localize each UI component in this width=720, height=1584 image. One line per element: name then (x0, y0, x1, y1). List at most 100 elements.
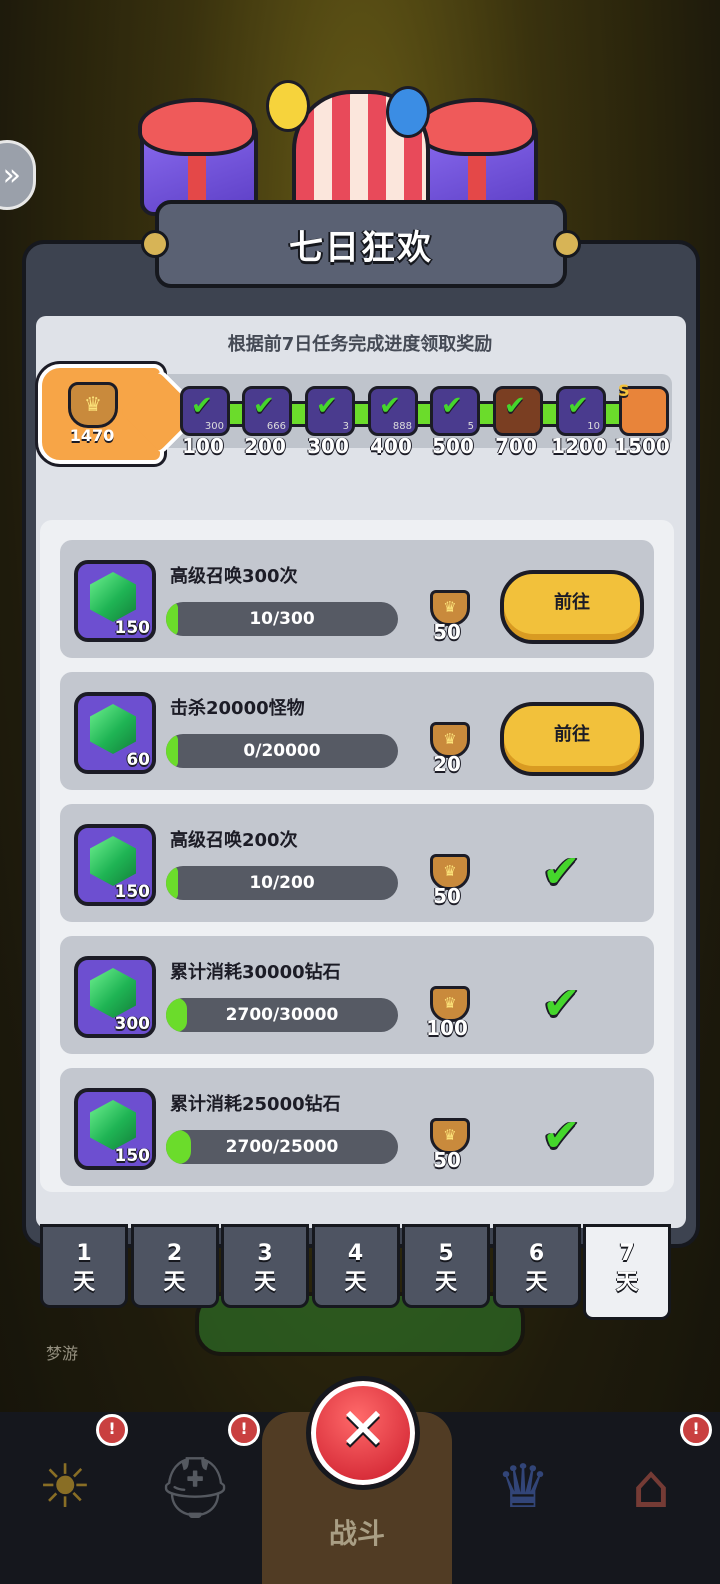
task-title: 累计消耗25000钻石 (170, 1094, 341, 1115)
task-title: 击杀20000怪物 (170, 698, 305, 719)
close-icon: ✕ (338, 1395, 388, 1463)
medal-points-value: 50 (433, 884, 461, 908)
go-button[interactable]: 前往 (500, 702, 644, 776)
tab-day-unit: 天 (163, 1270, 186, 1295)
task-title: 高级召唤300次 (170, 566, 298, 587)
milestone-reward[interactable]: S (618, 381, 669, 436)
milestone-item-count: 300 (204, 421, 224, 432)
reward-chest-icon: ✔ 10 (556, 386, 606, 436)
gift-bow-left-icon (138, 98, 256, 156)
emerald-gem-icon (90, 572, 136, 622)
milestone-item-count: 3 (342, 421, 349, 432)
title-plate: 七日狂欢 (141, 200, 581, 288)
tab-day-3[interactable]: 3天 (221, 1224, 309, 1308)
tab-day-unit: 天 (72, 1270, 95, 1295)
check-icon: ✔ (191, 391, 213, 421)
task-title: 高级召唤200次 (170, 830, 298, 851)
nav-helmet-icon[interactable]: ⛑ (140, 1432, 250, 1542)
nav-alert-badge: ! (228, 1414, 260, 1446)
task-progress-bar: 10/300 (166, 602, 398, 636)
medal-points: ♛ 50 (420, 1118, 472, 1172)
emerald-gem-icon (90, 968, 136, 1018)
tab-day-6[interactable]: 6天 (492, 1224, 581, 1308)
go-button[interactable]: 前往 (500, 570, 644, 644)
tab-day-unit: 天 (344, 1270, 367, 1295)
task-progress-text: 10/300 (249, 609, 315, 629)
reward-chest-icon: ✔ 5 (430, 386, 480, 436)
tab-day-1[interactable]: 1天 (40, 1224, 128, 1308)
reward-chest-icon: ✔ 3 (305, 386, 355, 436)
task-row: 300 累计消耗30000钻石 2700/30000 ♛ 100 ✔ (60, 936, 654, 1054)
emerald-gem-icon (90, 704, 136, 754)
milestone-item-count: 888 (392, 421, 412, 432)
task-title: 累计消耗30000钻石 (170, 962, 341, 983)
medal-points-value: 50 (433, 1148, 461, 1172)
task-progress-bar: 2700/30000 (166, 998, 398, 1032)
milestone-value: 1200 (551, 434, 607, 458)
milestone-reward[interactable]: ✔ 10 (556, 386, 606, 436)
emerald-gem-icon (90, 1100, 136, 1150)
tab-day-number: 2 (166, 1241, 183, 1266)
milestone-reward[interactable]: ✔ 888 (368, 386, 418, 436)
reward-chest-icon: ✔ 300 (180, 386, 230, 436)
task-progress-text: 2700/25000 (225, 1137, 339, 1157)
nav-crown-shield-icon[interactable]: ♛ (468, 1432, 578, 1542)
tab-day-4[interactable]: 4天 (311, 1224, 400, 1308)
gem-count: 60 (126, 750, 150, 770)
emerald-gem-icon (90, 836, 136, 886)
milestone-item-count: 10 (587, 421, 600, 432)
tab-day-unit: 天 (253, 1270, 276, 1295)
check-icon: ✔ (316, 391, 338, 421)
medal-points: ♛ 100 (420, 986, 472, 1040)
nav-sun-icon[interactable]: ☀ (10, 1432, 120, 1542)
milestone-reward[interactable]: ✔ 666 (242, 386, 292, 436)
task-progress-text: 2700/30000 (225, 1005, 339, 1025)
rarity-tag: S (618, 381, 630, 400)
milestone-value: 100 (182, 434, 224, 458)
nav-house-icon[interactable]: ⌂ (596, 1432, 706, 1542)
milestone-item-count: 5 (467, 421, 474, 432)
task-list[interactable]: 150 高级召唤300次 10/300 ♛ 50 前往 60 击杀20000怪物 0/20000… (40, 520, 674, 1192)
task-progress-text: 0/20000 (243, 741, 321, 761)
medal-points: ♛ 50 (420, 590, 472, 644)
medal-points: ♛ 50 (420, 854, 472, 908)
balloon-yellow-icon (266, 80, 310, 132)
medal-points-value: 20 (433, 752, 461, 776)
milestone-reward[interactable]: ✔ (493, 386, 543, 436)
milestone-reward[interactable]: ✔ 3 (305, 386, 355, 436)
milestone-value: 500 (432, 434, 474, 458)
page-title: 七日狂欢 (289, 227, 433, 268)
milestone-value: 1500 (614, 434, 670, 458)
nav-alert-badge: ! (680, 1414, 712, 1446)
check-icon: ✔ (504, 391, 526, 421)
sleep-mode-label: 梦游 (46, 1344, 79, 1363)
nav-battle-label: 战斗 (328, 1517, 385, 1550)
gem-reward: 150 (74, 1088, 156, 1170)
tab-day-5[interactable]: 5天 (402, 1224, 490, 1308)
milestone-reward[interactable]: ✔ 300 (180, 386, 230, 436)
close-button[interactable]: ✕ (306, 1376, 420, 1490)
tab-day-number: 4 (347, 1241, 364, 1266)
tab-day-unit: 天 (615, 1270, 638, 1295)
milestone-value: 400 (370, 434, 412, 458)
check-icon: ✔ (253, 391, 275, 421)
balloon-blue-icon (386, 86, 430, 138)
gem-count: 150 (114, 882, 151, 902)
milestone-reward[interactable]: ✔ 5 (430, 386, 480, 436)
medal-points-value: 100 (426, 1016, 468, 1040)
current-score-badge: ♛ 1470 (38, 364, 164, 464)
gem-count: 150 (114, 1146, 151, 1166)
gem-count: 150 (114, 618, 151, 638)
tab-day-7[interactable]: 7天 (583, 1224, 671, 1320)
gem-reward: 150 (74, 824, 156, 906)
gem-reward: 60 (74, 692, 156, 774)
gem-count: 300 (114, 1014, 151, 1034)
tab-day-2[interactable]: 2天 (130, 1224, 219, 1308)
check-icon: ✔ (567, 391, 589, 421)
task-progress-bar: 10/200 (166, 866, 398, 900)
day-tabs: 1天2天3天4天5天6天7天 (40, 1224, 676, 1320)
milestone-value: 200 (244, 434, 286, 458)
task-progress-bar: 0/20000 (166, 734, 398, 768)
medal-points-value: 50 (433, 620, 461, 644)
task-progress-text: 10/200 (249, 873, 315, 893)
